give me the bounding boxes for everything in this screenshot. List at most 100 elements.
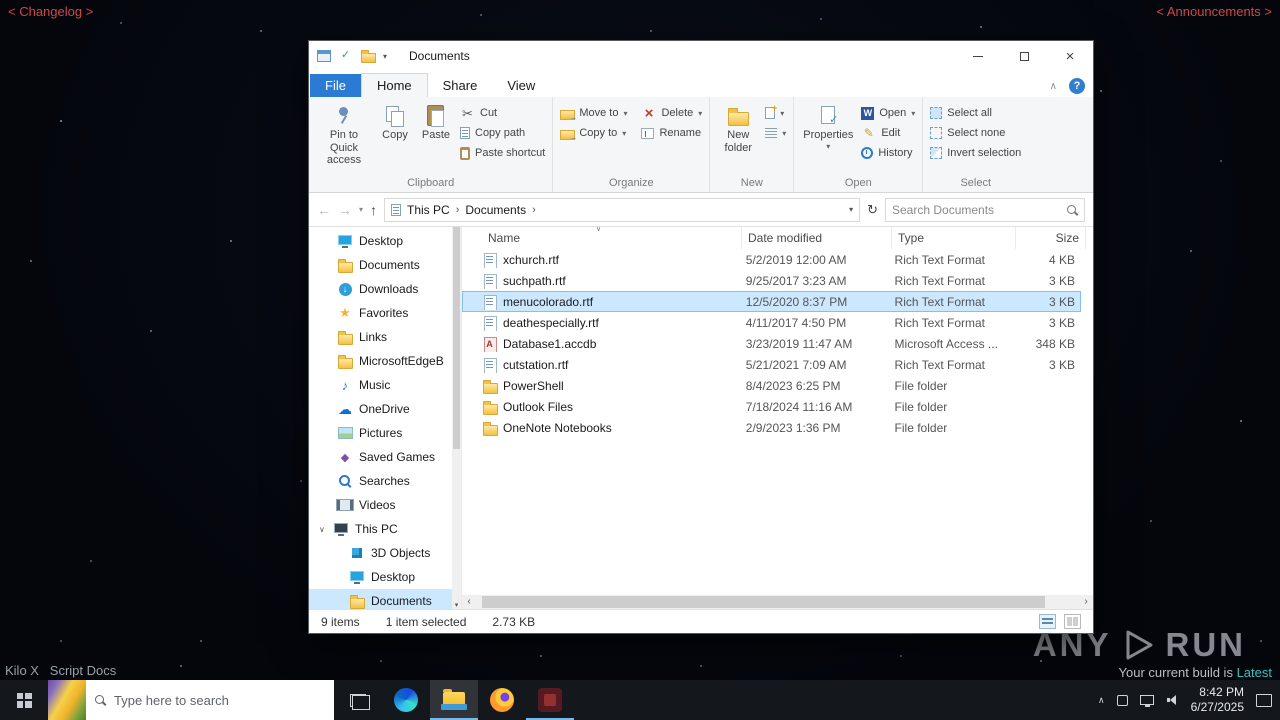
sample-app-button[interactable] [526, 680, 574, 720]
taskbar-clock[interactable]: 8:42 PM 6/27/2025 [1191, 685, 1244, 715]
breadcrumb-chevron-icon[interactable]: › [532, 204, 536, 216]
tab-home[interactable]: Home [360, 73, 428, 97]
details-view-button[interactable] [1039, 614, 1056, 629]
history-button[interactable]: History [859, 145, 917, 161]
maximize-button[interactable] [1001, 41, 1047, 71]
sidebar-item-searches[interactable]: Searches [309, 469, 461, 493]
invert-selection-button[interactable]: Invert selection [928, 145, 1023, 161]
select-all-button[interactable]: Select all [928, 105, 1023, 121]
sidebar-item-documents-selected[interactable]: Documents [309, 589, 461, 609]
breadcrumb-this-pc[interactable]: This PC [407, 203, 450, 217]
file-explorer-button[interactable] [430, 680, 478, 720]
minimize-button[interactable] [955, 41, 1001, 71]
file-row-database1[interactable]: Database1.accdb 3/23/2019 11:47 AM Micro… [462, 333, 1081, 354]
sidebar-item-videos[interactable]: Videos [309, 493, 461, 517]
network-icon[interactable] [1139, 695, 1154, 707]
sidebar-item-downloads[interactable]: Downloads [309, 277, 461, 301]
taskbar-search[interactable]: Type here to search [48, 680, 334, 720]
back-button[interactable]: ← [317, 202, 331, 218]
file-row-menucolorado-selected[interactable]: menucolorado.rtf 12/5/2020 8:37 PM Rich … [462, 291, 1081, 312]
file-row-xchurch[interactable]: xchurch.rtf 5/2/2019 12:00 AM Rich Text … [462, 249, 1081, 270]
tab-file[interactable]: File [310, 74, 361, 97]
search-highlight-image[interactable] [48, 680, 86, 720]
nav-scrollbar-thumb[interactable] [453, 227, 460, 449]
forward-button[interactable]: → [338, 202, 352, 218]
announcements-link[interactable]: < Announcements > [1156, 4, 1272, 19]
edit-button[interactable]: ✎ Edit [859, 125, 917, 141]
expand-chevron-icon[interactable]: ∨ [319, 525, 325, 534]
collapse-ribbon-icon[interactable]: ∧ [1050, 81, 1057, 92]
sidebar-item-desktop-pc[interactable]: Desktop [309, 565, 461, 589]
pin-to-quick-access-button[interactable]: Pin to Quick access [314, 100, 374, 170]
up-button[interactable]: ↑ [370, 202, 377, 218]
hidden-icons-chevron-icon[interactable]: ∧ [1098, 695, 1105, 706]
changelog-link[interactable]: < Changelog > [8, 4, 93, 19]
sidebar-item-onedrive[interactable]: OneDrive [309, 397, 461, 421]
file-row-suchpath[interactable]: suchpath.rtf 9/25/2017 3:23 AM Rich Text… [462, 270, 1081, 291]
refresh-icon[interactable]: ↻ [867, 202, 878, 218]
address-bar[interactable]: This PC › Documents › ▾ [384, 197, 861, 222]
sidebar-item-pictures[interactable]: Pictures [309, 421, 461, 445]
breadcrumb-chevron-icon[interactable]: › [456, 204, 460, 216]
delete-button[interactable]: × Delete ▾ [639, 105, 704, 121]
sidebar-item-documents[interactable]: Documents [309, 253, 461, 277]
breadcrumb-documents[interactable]: Documents [465, 203, 526, 217]
tab-view[interactable]: View [492, 74, 550, 97]
search-box[interactable]: Search Documents [885, 197, 1085, 222]
properties-button[interactable]: Properties ▾ [799, 100, 857, 154]
title-bar[interactable]: ▾ Documents × [309, 41, 1093, 71]
column-header-name[interactable]: Name ∨ [462, 226, 742, 249]
column-header-type[interactable]: Type [892, 227, 1016, 249]
move-to-button[interactable]: Move to ▾ [558, 105, 629, 122]
sidebar-item-saved-games[interactable]: Saved Games [309, 445, 461, 469]
task-view-button[interactable] [334, 680, 382, 720]
file-row-deathespecially[interactable]: deathespecially.rtf 4/11/2017 4:50 PM Ri… [462, 312, 1081, 333]
horizontal-scrollbar[interactable]: ‹ › [462, 595, 1093, 609]
copy-path-button[interactable]: Copy path [458, 125, 547, 141]
column-header-size[interactable]: Size [1016, 227, 1086, 249]
horizontal-scrollbar-thumb[interactable] [482, 596, 1045, 608]
sidebar-item-links[interactable]: Links [309, 325, 461, 349]
new-folder-button[interactable]: New folder [715, 100, 761, 157]
paste-shortcut-button[interactable]: Paste shortcut [458, 145, 547, 161]
sidebar-item-microsoftedge[interactable]: MicrosoftEdgeB [309, 349, 461, 373]
qat-new-folder-icon[interactable] [361, 50, 376, 63]
start-button[interactable] [0, 680, 48, 720]
sidebar-item-this-pc[interactable]: ∨ This PC [309, 517, 461, 541]
scroll-down-icon[interactable]: ▾ [452, 601, 461, 609]
close-button[interactable]: × [1047, 41, 1093, 71]
new-item-button[interactable]: ▾ [763, 103, 788, 121]
thumbnails-view-button[interactable] [1064, 614, 1081, 629]
sidebar-item-desktop[interactable]: Desktop [309, 229, 461, 253]
copy-to-button[interactable]: Copy to ▾ [558, 125, 629, 142]
folder-row-outlook-files[interactable]: Outlook Files 7/18/2024 11:16 AM File fo… [462, 396, 1081, 417]
sidebar-item-music[interactable]: Music [309, 373, 461, 397]
scroll-left-icon[interactable]: ‹ [462, 595, 476, 609]
scroll-right-icon[interactable]: › [1079, 595, 1093, 609]
recent-locations-caret-icon[interactable]: ▾ [359, 205, 363, 214]
file-row-cutstation[interactable]: cutstation.rtf 5/21/2021 7:09 AM Rich Te… [462, 354, 1081, 375]
tab-share[interactable]: Share [428, 74, 493, 97]
copy-button[interactable]: Copy [376, 100, 414, 145]
folder-row-powershell[interactable]: PowerShell 8/4/2023 6:25 PM File folder [462, 375, 1081, 396]
sidebar-item-3d-objects[interactable]: 3D Objects [309, 541, 461, 565]
qat-properties-icon[interactable] [339, 48, 353, 62]
tray-app-icon[interactable] [1116, 694, 1128, 706]
cut-button[interactable]: ✂ Cut [458, 105, 547, 121]
firefox-button[interactable] [478, 680, 526, 720]
address-dropdown-caret-icon[interactable]: ▾ [849, 205, 853, 214]
volume-icon[interactable] [1166, 694, 1179, 706]
paste-button[interactable]: Paste [416, 100, 456, 145]
open-button[interactable]: Open ▾ [859, 105, 917, 121]
qat-customize-caret-icon[interactable]: ▾ [383, 52, 387, 61]
help-icon[interactable]: ? [1069, 78, 1085, 94]
nav-scrollbar[interactable]: ▾ [452, 227, 461, 609]
action-center-icon[interactable] [1256, 693, 1272, 707]
sidebar-item-favorites[interactable]: Favorites [309, 301, 461, 325]
rename-button[interactable]: Rename [639, 125, 704, 141]
easy-access-button[interactable]: ▾ [763, 125, 788, 141]
folder-row-onenote-notebooks[interactable]: OneNote Notebooks 2/9/2023 1:36 PM File … [462, 417, 1081, 438]
column-header-date-modified[interactable]: Date modified [742, 227, 892, 249]
select-none-button[interactable]: Select none [928, 125, 1023, 141]
edge-button[interactable] [382, 680, 430, 720]
